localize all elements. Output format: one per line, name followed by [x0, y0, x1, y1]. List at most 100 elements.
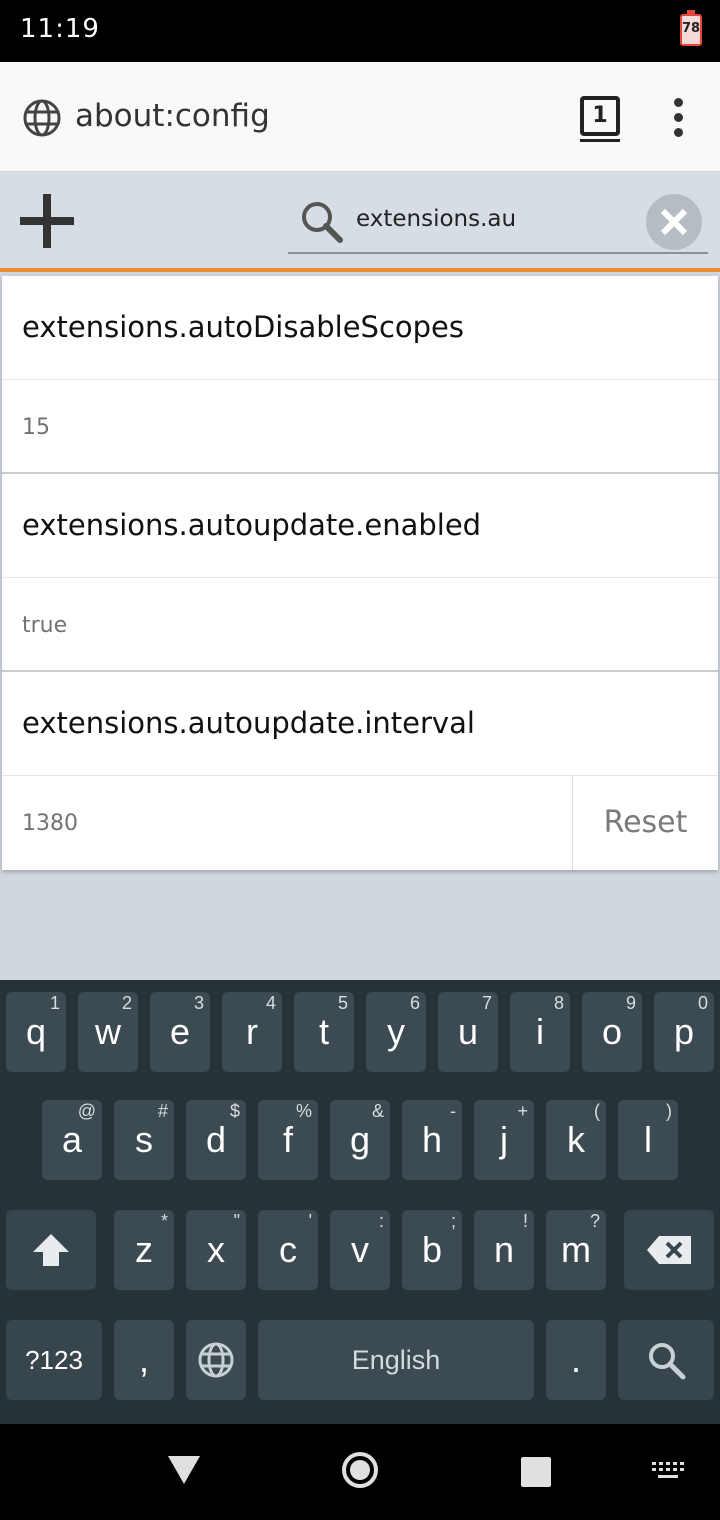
symbols-key[interactable]: ?123 [6, 1320, 102, 1400]
key-t[interactable]: t5 [294, 992, 354, 1072]
key-hint: 7 [481, 993, 492, 1013]
space-key[interactable]: English [258, 1320, 534, 1400]
key-x[interactable]: x " [186, 1210, 246, 1290]
key-u[interactable]: u7 [438, 992, 498, 1072]
key-hint: 8 [553, 993, 564, 1013]
recent-apps-icon[interactable] [521, 1457, 551, 1487]
key-label: l [644, 1119, 652, 1160]
key-hint: $ [229, 1101, 240, 1121]
key-d[interactable]: d $ [186, 1100, 246, 1180]
key-p[interactable]: p0 [654, 992, 714, 1072]
pref-name[interactable]: extensions.autoDisableScopes [2, 276, 718, 380]
key-label: u [457, 1011, 479, 1052]
key-label: t [318, 1011, 329, 1052]
key-h[interactable]: h- [402, 1100, 462, 1180]
key-label: d [205, 1119, 227, 1160]
key-label: h [421, 1119, 443, 1160]
key-label: y [387, 1011, 405, 1052]
key-v[interactable]: v: [330, 1210, 390, 1290]
key-hint: - [450, 1101, 456, 1121]
search-input[interactable]: extensions.au [356, 206, 516, 232]
key-hint: 3 [193, 993, 204, 1013]
period-key[interactable]: . [546, 1320, 606, 1400]
key-hint: " [233, 1211, 240, 1231]
key-g[interactable]: g & [330, 1100, 390, 1180]
battery-icon: 78 [680, 10, 702, 46]
key-hint: * [160, 1211, 168, 1231]
key-s[interactable]: s # [114, 1100, 174, 1180]
battery-level: 78 [682, 21, 701, 36]
key-hint: 0 [697, 993, 708, 1013]
key-hint: 4 [265, 993, 276, 1013]
key-a[interactable]: a @ [42, 1100, 102, 1180]
key-hint: 5 [337, 993, 348, 1013]
key-c[interactable]: c ' [258, 1210, 318, 1290]
search-icon [302, 202, 343, 243]
key-b[interactable]: b; [402, 1210, 462, 1290]
key-hint: ( [594, 1101, 600, 1121]
key-hint: : [378, 1211, 384, 1231]
search-key[interactable] [618, 1320, 714, 1400]
system-nav-bar [0, 1424, 720, 1520]
backspace-key[interactable] [624, 1210, 714, 1290]
key-n[interactable]: n! [474, 1210, 534, 1290]
key-hint: % [295, 1101, 312, 1121]
key-label: x [207, 1229, 225, 1270]
key-hint: 1 [49, 993, 60, 1013]
pref-name[interactable]: extensions.autoupdate.enabled [2, 474, 718, 578]
tab-counter-button[interactable]: 1 [580, 96, 620, 142]
language-key[interactable] [186, 1320, 246, 1400]
key-label: w [95, 1011, 121, 1052]
key-hint: 2 [121, 993, 132, 1013]
key-o[interactable]: o9 [582, 992, 642, 1072]
key-hint: ; [450, 1211, 456, 1231]
status-bar: 11:19 78 [0, 0, 720, 62]
reset-button[interactable]: Reset [572, 776, 718, 870]
key-label: z [135, 1229, 153, 1270]
key-y[interactable]: y6 [366, 992, 426, 1072]
key-hint: 9 [625, 993, 636, 1013]
key-i[interactable]: i8 [510, 992, 570, 1072]
clock: 11:19 [20, 14, 100, 44]
key-hint: ' [308, 1211, 312, 1231]
pref-value[interactable]: 15 [2, 380, 718, 474]
key-label: r [246, 1011, 258, 1052]
key-label: a [61, 1119, 83, 1160]
key-hint: ! [522, 1211, 528, 1231]
key-label: g [349, 1119, 371, 1160]
key-r[interactable]: r4 [222, 992, 282, 1072]
key-label: j [500, 1119, 508, 1160]
key-q[interactable]: q1 [6, 992, 66, 1072]
keyboard-icon[interactable] [650, 1460, 686, 1480]
search-field[interactable]: extensions.au [288, 190, 708, 254]
soft-keyboard: ?123 , English . q 1 w 2 e 3 r 4 t 5 y 6 u 7 i 8 o 9 p 0 a @ s… [0, 980, 720, 1424]
pref-value-row[interactable]: 1380 Reset [2, 776, 718, 870]
shift-key[interactable] [6, 1210, 96, 1290]
key-e[interactable]: e3 [150, 992, 210, 1072]
globe-icon[interactable] [22, 98, 62, 138]
key-label: p [673, 1011, 695, 1052]
key-z[interactable]: z * [114, 1210, 174, 1290]
key-label: b [421, 1229, 443, 1270]
pref-value[interactable]: true [2, 578, 718, 672]
close-icon[interactable] [646, 194, 702, 250]
comma-key[interactable]: , [114, 1320, 174, 1400]
globe-icon [198, 1342, 234, 1378]
back-icon[interactable] [166, 1454, 202, 1486]
key-hint: ? [589, 1211, 600, 1231]
key-w[interactable]: w2 [78, 992, 138, 1072]
key-j[interactable]: j + [474, 1100, 534, 1180]
key-f[interactable]: f% [258, 1100, 318, 1180]
home-icon[interactable] [342, 1452, 378, 1488]
url-text[interactable]: about:config [75, 98, 270, 134]
pref-name[interactable]: extensions.autoupdate.interval [2, 672, 718, 776]
key-m[interactable]: m? [546, 1210, 606, 1290]
key-label: i [536, 1011, 544, 1052]
key-l[interactable]: l) [618, 1100, 678, 1180]
search-icon [649, 1343, 686, 1380]
key-k[interactable]: k( [546, 1100, 606, 1180]
key-label: e [169, 1011, 191, 1052]
plus-icon[interactable] [16, 190, 78, 252]
overflow-menu-icon[interactable] [660, 98, 696, 138]
key-label: n [493, 1229, 515, 1270]
